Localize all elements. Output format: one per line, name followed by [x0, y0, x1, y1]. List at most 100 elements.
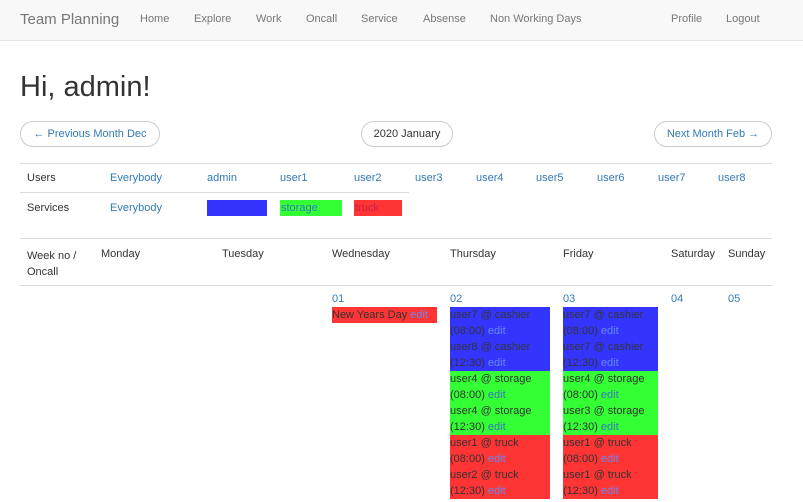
service-filter-truck[interactable]: truck	[354, 200, 402, 216]
service-filter-storage[interactable]: storage	[280, 200, 342, 216]
nav-work[interactable]: Work	[256, 13, 281, 25]
shift-edit-link[interactable]: edit	[601, 421, 619, 433]
shift-time: (12:30)	[563, 485, 598, 497]
shift-assignment: user1 @ truck	[563, 437, 632, 449]
shift-time: (08:00)	[563, 453, 598, 465]
shift-event: user1 @ truck (08:00) edit	[450, 435, 550, 467]
holiday-edit-link[interactable]: edit	[410, 309, 428, 321]
shift-assignment: user4 @ storage	[563, 373, 645, 385]
shift-assignment: user7 @ cashier	[450, 309, 531, 321]
shift-event: user1 @ truck (12:30) edit	[563, 467, 658, 499]
shift-assignment: user8 @ cashier	[450, 341, 531, 353]
header-saturday: Saturday	[671, 248, 716, 260]
nav-logout[interactable]: Logout	[726, 13, 760, 25]
service-filter-everybody[interactable]: Everybody	[110, 202, 162, 214]
user-filter-user5[interactable]: user5	[536, 172, 564, 184]
shift-time-row: (08:00) edit	[563, 387, 658, 403]
user-filter-user2[interactable]: user2	[354, 172, 382, 184]
day-link-03[interactable]: 03	[563, 293, 575, 305]
user-filter-everybody[interactable]: Everybody	[110, 172, 162, 184]
shift-edit-link[interactable]: edit	[601, 389, 619, 401]
shift-assignment: user1 @ truck	[450, 437, 519, 449]
shift-edit-link[interactable]: edit	[488, 421, 506, 433]
shift-time: (12:30)	[450, 485, 485, 497]
shift-assignment: user4 @ storage	[450, 405, 532, 417]
shift-event: user7 @ cashier (12:30) edit	[563, 339, 658, 371]
shift-time: (08:00)	[450, 389, 485, 401]
shift-assignment: user7 @ cashier	[563, 341, 644, 353]
header-wednesday: Wednesday	[332, 248, 390, 260]
divider	[20, 192, 409, 193]
users-label: Users	[27, 172, 56, 184]
shift-time: (12:30)	[450, 357, 485, 369]
user-filter-user1[interactable]: user1	[280, 172, 308, 184]
shift-time: (12:30)	[563, 357, 598, 369]
day-link-02[interactable]: 02	[450, 293, 462, 305]
shift-assignment: user7 @ cashier	[563, 309, 644, 321]
shift-edit-link[interactable]: edit	[488, 325, 506, 337]
header-monday: Monday	[101, 248, 141, 260]
header-friday: Friday	[563, 248, 594, 260]
shift-edit-link[interactable]: edit	[488, 485, 506, 497]
shift-time-row: (12:30) edit	[563, 419, 658, 435]
shift-time-row: (08:00) edit	[563, 323, 658, 339]
day-link-05[interactable]: 05	[728, 293, 740, 305]
shift-assignment: user4 @ storage	[450, 373, 532, 385]
page-title: Hi, admin!	[20, 71, 151, 103]
day-link-04[interactable]: 04	[671, 293, 683, 305]
header-thursday: Thursday	[450, 248, 496, 260]
shift-time-row: (12:30) edit	[450, 419, 550, 435]
current-month-label: 2020 January	[361, 121, 453, 147]
shift-time: (08:00)	[450, 453, 485, 465]
shift-event: user2 @ truck (12:30) edit	[450, 467, 550, 499]
nav-oncall[interactable]: Oncall	[306, 13, 337, 25]
shift-time-row: (12:30) edit	[563, 483, 658, 499]
shift-assignment: user1 @ truck	[563, 469, 632, 481]
shift-time-row: (08:00) edit	[450, 387, 550, 403]
shift-time: (12:30)	[450, 421, 485, 433]
user-filter-user4[interactable]: user4	[476, 172, 504, 184]
header-tuesday: Tuesday	[222, 248, 264, 260]
shift-edit-link[interactable]: edit	[488, 357, 506, 369]
shift-event: user4 @ storage (08:00) edit	[563, 371, 658, 403]
shift-event: user4 @ storage (08:00) edit	[450, 371, 550, 403]
shift-edit-link[interactable]: edit	[601, 453, 619, 465]
user-filter-user3[interactable]: user3	[415, 172, 443, 184]
day-link-01[interactable]: 01	[332, 293, 344, 305]
shift-time: (08:00)	[563, 325, 598, 337]
shift-edit-link[interactable]: edit	[601, 485, 619, 497]
nav-explore[interactable]: Explore	[194, 13, 231, 25]
divider	[20, 163, 772, 164]
nav-absense[interactable]: Absense	[423, 13, 466, 25]
user-filter-admin[interactable]: admin	[207, 172, 237, 184]
divider	[20, 238, 772, 239]
header-week-oncall: Week no / Oncall	[27, 250, 77, 278]
user-filter-user7[interactable]: user7	[658, 172, 686, 184]
shift-edit-link[interactable]: edit	[488, 389, 506, 401]
shift-edit-link[interactable]: edit	[601, 325, 619, 337]
shift-event: user8 @ cashier (12:30) edit	[450, 339, 550, 371]
previous-month-button[interactable]: ← Previous Month Dec	[20, 121, 160, 147]
nav-service[interactable]: Service	[361, 13, 398, 25]
user-filter-user8[interactable]: user8	[718, 172, 746, 184]
service-filter-cashier[interactable]: cashier	[207, 200, 267, 216]
shift-time-row: (12:30) edit	[450, 483, 550, 499]
user-filter-user6[interactable]: user6	[597, 172, 625, 184]
shift-assignment: user3 @ storage	[563, 405, 645, 417]
brand-link[interactable]: Team Planning	[20, 11, 119, 28]
shift-time-row: (08:00) edit	[450, 323, 550, 339]
next-month-button[interactable]: Next Month Feb →	[654, 121, 772, 147]
nav-non-working-days[interactable]: Non Working Days	[490, 13, 582, 25]
shift-edit-link[interactable]: edit	[601, 357, 619, 369]
nav-profile[interactable]: Profile	[671, 13, 702, 25]
nav-home[interactable]: Home	[140, 13, 169, 25]
shift-edit-link[interactable]: edit	[488, 453, 506, 465]
divider	[20, 285, 772, 286]
shift-time-row: (12:30) edit	[450, 355, 550, 371]
shift-time-row: (08:00) edit	[563, 451, 658, 467]
shift-time-row: (12:30) edit	[563, 355, 658, 371]
shift-time-row: (08:00) edit	[450, 451, 550, 467]
shift-event: user4 @ storage (12:30) edit	[450, 403, 550, 435]
shift-event: user7 @ cashier (08:00) edit	[450, 307, 550, 339]
shift-event: user3 @ storage (12:30) edit	[563, 403, 658, 435]
